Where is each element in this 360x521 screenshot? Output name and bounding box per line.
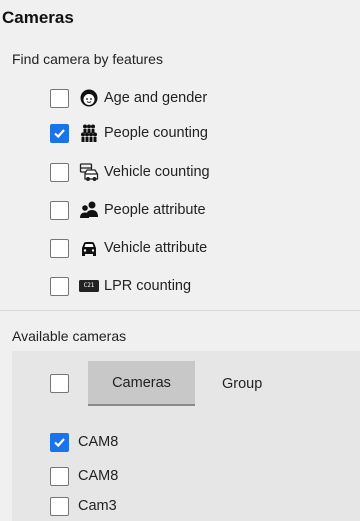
license-plate-icon: C21 [79, 276, 99, 296]
feature-people-counting[interactable]: People counting [50, 122, 300, 144]
lpr-counting-checkbox[interactable] [50, 276, 69, 296]
license-plate-text: C21 [83, 282, 95, 289]
feature-age-gender[interactable]: Age and gender [50, 87, 300, 109]
people-attribute-checkbox[interactable] [50, 200, 69, 220]
face-icon [79, 88, 99, 108]
people-attribute-label: People attribute [104, 202, 206, 218]
available-cameras-heading: Available cameras [12, 328, 127, 344]
people-group-icon [79, 123, 99, 143]
vehicle-attribute-checkbox[interactable] [50, 238, 69, 258]
select-all-checkbox[interactable] [50, 374, 69, 393]
camera-label: CAM8 [78, 434, 119, 450]
page-title: Cameras [2, 8, 74, 27]
camera-checkbox[interactable] [50, 496, 69, 516]
feature-people-attribute[interactable]: People attribute [50, 199, 300, 221]
vehicle-attribute-label: Vehicle attribute [104, 240, 208, 256]
camera-list-item[interactable]: CAM8 [50, 431, 118, 453]
features-heading: Find camera by features [12, 51, 163, 67]
camera-label: CAM8 [78, 468, 119, 484]
tab-cameras[interactable]: Cameras [88, 361, 195, 406]
vehicle-counting-label: Vehicle counting [104, 164, 210, 180]
vehicle-counting-checkbox[interactable] [50, 162, 69, 182]
feature-vehicle-counting[interactable]: Vehicle counting [50, 161, 300, 183]
vehicle-counting-icon [79, 162, 99, 182]
camera-panel: Cameras Group CAM8 CAM8 Cam3 [12, 351, 360, 521]
camera-checkbox[interactable] [50, 432, 69, 452]
tab-group[interactable]: Group [222, 361, 262, 406]
feature-vehicle-attribute[interactable]: Vehicle attribute [50, 237, 300, 259]
feature-lpr-counting[interactable]: C21 LPR counting [50, 275, 300, 297]
age-gender-checkbox[interactable] [50, 88, 69, 108]
people-counting-checkbox[interactable] [50, 123, 69, 143]
camera-list-item[interactable]: CAM8 [50, 465, 118, 487]
people-attribute-icon [79, 200, 99, 220]
car-icon [79, 238, 99, 258]
camera-label: Cam3 [78, 498, 117, 514]
age-gender-label: Age and gender [104, 90, 208, 106]
camera-checkbox[interactable] [50, 466, 69, 486]
camera-list-item[interactable]: Cam3 [50, 495, 117, 517]
lpr-counting-label: LPR counting [104, 278, 192, 294]
people-counting-label: People counting [104, 125, 208, 141]
